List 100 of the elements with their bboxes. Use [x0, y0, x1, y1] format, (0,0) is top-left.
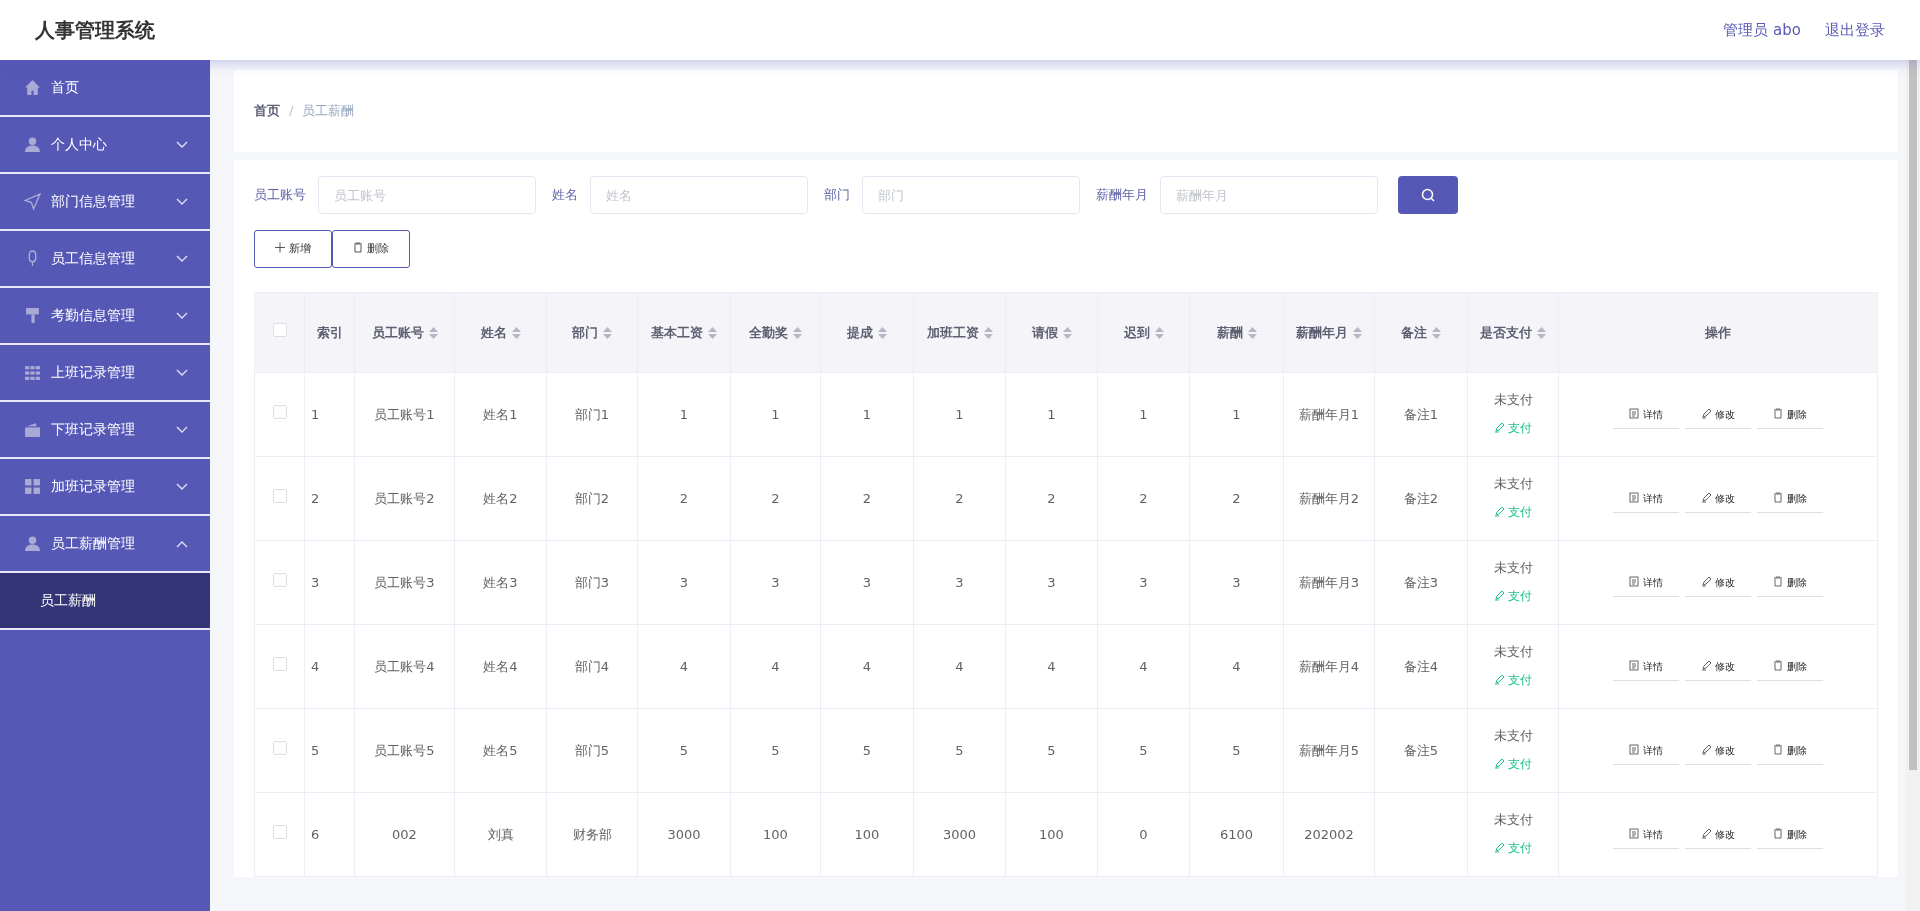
table-cell: 3	[771, 574, 780, 590]
column-header: 操作	[1705, 324, 1731, 340]
table-cell: 姓名2	[483, 490, 518, 506]
sidebar-item[interactable]: 首页	[0, 60, 210, 117]
trash-icon	[1773, 743, 1783, 755]
sort-icon	[1432, 327, 1441, 340]
table-cell: 备注1	[1403, 406, 1439, 422]
field-label: 姓名	[552, 186, 578, 205]
column-header: 薪酬	[1216, 324, 1243, 340]
pencil-icon	[1494, 422, 1504, 434]
column-header: 请假	[1031, 324, 1058, 340]
table-cell: 部门5	[574, 742, 610, 758]
plus-icon	[275, 241, 285, 253]
table-cell: 5	[862, 742, 872, 758]
checkbox[interactable]	[272, 824, 287, 839]
table-cell: 1	[1047, 406, 1056, 422]
checkbox[interactable]	[272, 488, 287, 503]
sidebar-item[interactable]: 员工信息管理	[0, 231, 210, 288]
table-cell: 1	[679, 406, 689, 422]
trash-icon	[353, 241, 363, 253]
table-cell: 100	[854, 826, 880, 842]
column-header: 基本工资	[651, 324, 703, 340]
sidebar-item[interactable]: 上班记录管理	[0, 345, 210, 402]
sidebar-item[interactable]: 考勤信息管理	[0, 288, 210, 345]
table-cell: 姓名3	[483, 574, 518, 590]
table-cell: 2	[1047, 490, 1056, 506]
table-cell: 2	[771, 490, 780, 506]
trash-icon	[1773, 491, 1783, 503]
column-header: 索引	[316, 324, 343, 340]
table-cell: 员工账号4	[374, 658, 435, 674]
checkbox[interactable]	[272, 656, 287, 671]
breadcrumb-separator: /	[289, 102, 294, 121]
sidebar-subitem[interactable]: 员工薪酬	[0, 573, 210, 630]
grid-icon	[24, 364, 41, 381]
table-cell: 姓名1	[483, 406, 518, 422]
user-icon	[24, 535, 41, 552]
pencil-icon	[1701, 659, 1711, 671]
sort-icon	[511, 327, 521, 340]
input-field[interactable]: 薪酬年月	[1160, 176, 1378, 214]
delete-button[interactable]: 删除	[332, 230, 410, 268]
trash-icon	[1773, 575, 1783, 587]
sidebar-item[interactable]: 下班记录管理	[0, 402, 210, 459]
table-cell: 4	[1232, 658, 1241, 674]
roller-icon	[24, 307, 41, 324]
table-cell: 部门3	[574, 574, 610, 590]
table-cell: 3	[679, 574, 689, 590]
table-cell: 4	[862, 658, 872, 674]
table-cell: 员工账号1	[374, 406, 435, 422]
payment-status: 未支付	[1492, 726, 1534, 745]
column-header: 姓名	[480, 324, 507, 340]
search-button[interactable]	[1398, 176, 1458, 214]
table-cell: 员工账号3	[374, 574, 435, 590]
sort-icon	[983, 327, 993, 340]
breadcrumb-item[interactable]: 首页	[254, 101, 280, 121]
payment-status: 未支付	[1492, 390, 1534, 409]
column-header: 是否支付	[1480, 324, 1532, 340]
table-cell: 刘真	[487, 826, 514, 842]
app-title: 人事管理系统	[35, 17, 155, 44]
checkbox[interactable]	[272, 740, 287, 755]
table-cell: 1	[1139, 406, 1148, 422]
checkbox[interactable]	[272, 572, 287, 587]
column-header: 全勤奖	[749, 324, 788, 340]
checkbox[interactable]	[272, 322, 287, 337]
table-cell: 3000	[942, 826, 977, 842]
logout-link[interactable]: 退出登录	[1825, 18, 1885, 42]
input-field[interactable]: 姓名	[590, 176, 808, 214]
payment-status: 未支付	[1492, 558, 1534, 577]
table-cell: 6	[311, 826, 320, 842]
table-cell: 5	[771, 742, 780, 758]
table-cell: 202002	[1304, 826, 1354, 842]
column-header: 提成	[847, 324, 873, 340]
input-field[interactable]: 员工账号	[318, 176, 536, 214]
sidebar-item[interactable]: 加班记录管理	[0, 459, 210, 516]
sidebar-item[interactable]: 个人中心	[0, 117, 210, 174]
table-cell: 3	[955, 574, 964, 590]
table-cell: 3	[1232, 574, 1241, 590]
add-button[interactable]: 新增	[254, 230, 332, 268]
pencil-icon	[1494, 758, 1504, 770]
search-icon	[1421, 188, 1435, 202]
scrollbar[interactable]	[1906, 60, 1920, 911]
paper-plane-icon	[24, 193, 41, 210]
checkbox[interactable]	[272, 404, 287, 419]
sort-icon	[428, 327, 438, 340]
payment-status: 未支付	[1492, 642, 1534, 661]
table-cell: 3000	[667, 826, 701, 842]
user-link[interactable]: 管理员 abo	[1723, 18, 1801, 42]
table-cell: 5	[1232, 742, 1241, 758]
table-cell: 1	[955, 406, 964, 422]
field-label: 员工账号	[254, 186, 306, 205]
table-cell: 5	[1047, 742, 1056, 758]
sidebar-item[interactable]: 部门信息管理	[0, 174, 210, 231]
table-cell: 002	[392, 826, 417, 842]
table-cell: 5	[311, 742, 320, 758]
column-header: 迟到	[1123, 324, 1150, 340]
table-cell: 3	[862, 574, 872, 590]
table-cell: 薪酬年月3	[1298, 574, 1360, 590]
squares-icon	[24, 478, 41, 495]
sort-icon	[1154, 327, 1164, 340]
user-icon	[24, 136, 41, 153]
table-cell: 100	[763, 826, 788, 842]
